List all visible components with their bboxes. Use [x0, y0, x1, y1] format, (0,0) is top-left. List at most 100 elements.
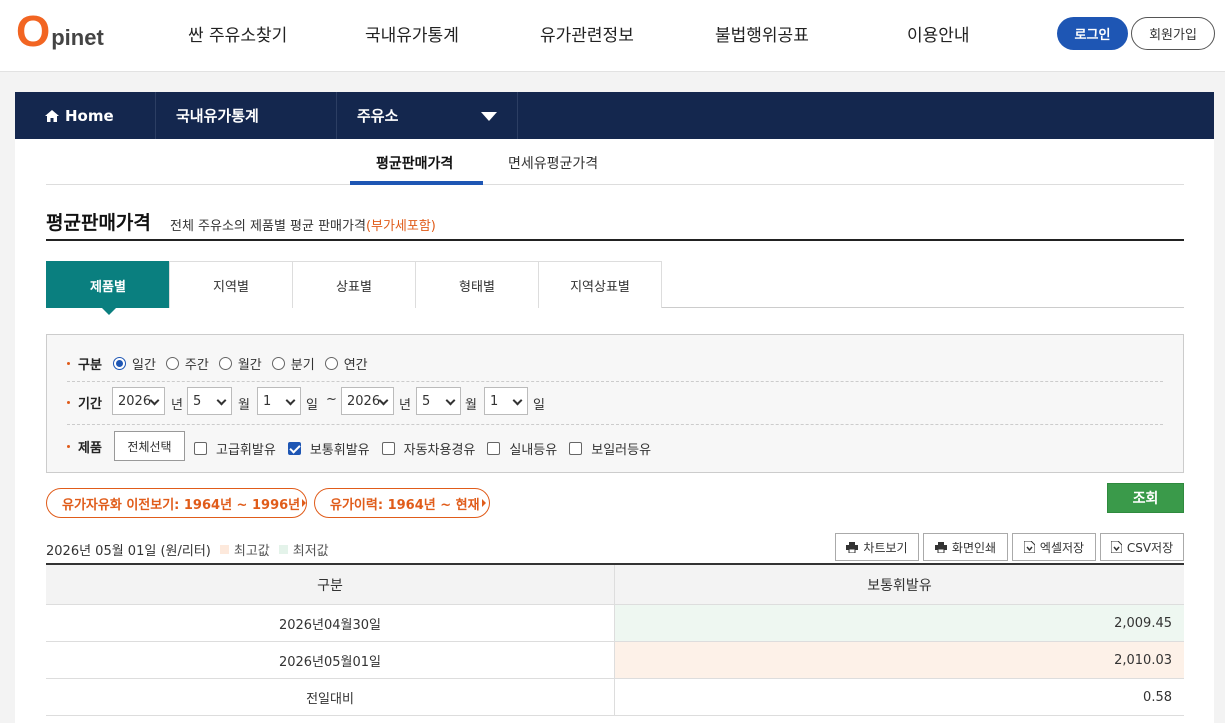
chart-view-button[interactable]: 차트보기 — [835, 533, 919, 561]
arrow-right-icon — [302, 499, 307, 507]
print-screen-button[interactable]: 화면인쇄 — [923, 533, 1008, 561]
legend-min-label: 최저값 — [292, 544, 329, 559]
period-label: 기간 — [78, 397, 102, 412]
nav-cheap-station[interactable]: 싼 주유소찾기 — [188, 21, 287, 46]
lnb-level2-label: 주유소 — [357, 107, 399, 125]
result-date-line: 2026년 05월 01일 (원/리터) 최고값 최저값 — [46, 540, 329, 559]
tab-by-region[interactable]: 지역별 — [169, 261, 293, 308]
pre-liberalization-label: 유가자유화 이전보기: 1964년 ~ 1996년 — [62, 497, 301, 513]
chevron-down-icon — [512, 395, 523, 406]
checkbox-premium-gasoline-label: 고급휘발유 — [216, 443, 276, 458]
join-button[interactable]: 회원가입 — [1131, 17, 1215, 50]
subtab-active-indicator — [350, 181, 483, 185]
radio-yearly[interactable] — [324, 357, 338, 370]
tab-by-product[interactable]: 제품별 — [46, 261, 170, 308]
period-label-wrap: 기간 — [67, 393, 102, 412]
to-year-select[interactable]: 2026 — [341, 387, 394, 415]
lnb-level2-dropdown[interactable]: 주유소 — [337, 92, 518, 139]
column-header-regular-gasoline: 보통휘발유 — [867, 577, 932, 594]
subtab-average-price[interactable]: 평균판매가격 — [376, 153, 453, 173]
bullet-dot — [67, 362, 70, 365]
select-all-button[interactable]: 전체선택 — [114, 431, 185, 461]
radio-monthly[interactable] — [218, 357, 232, 370]
row-value-min: 2,009.45 — [615, 605, 1184, 641]
checkbox-indoor-kerosene-label: 실내등유 — [509, 443, 558, 458]
page-desc-text: 전체 주유소의 제품별 평균 판매가격 — [170, 219, 366, 234]
lnb-level1[interactable]: 국내유가통계 — [156, 92, 337, 139]
from-year-value: 2026 — [118, 393, 152, 409]
row-value-change: 0.58 — [1143, 689, 1172, 705]
tab-by-brand[interactable]: 상표별 — [292, 261, 416, 308]
checkbox-indoor-kerosene[interactable] — [487, 442, 501, 455]
radio-yearly-label: 연간 — [343, 358, 368, 373]
row-label: 2026년04월30일 — [46, 605, 615, 641]
radio-daily[interactable] — [113, 357, 126, 370]
nav-domestic-stats[interactable]: 국내유가통계 — [365, 21, 459, 46]
radio-monthly-label: 월간 — [237, 358, 262, 373]
page-description: 전체 주유소의 제품별 평균 판매가격(부가세포함) — [170, 215, 436, 234]
chevron-down-icon — [285, 395, 296, 406]
to-day-value: 1 — [490, 393, 499, 409]
from-month-select[interactable]: 5 — [187, 387, 232, 415]
sub-tabs: 평균판매가격 면세유평균가격 — [46, 139, 1184, 185]
file-save-icon — [1023, 541, 1035, 553]
legend-max-swatch — [219, 545, 229, 554]
site-header: O pinet 싼 주유소찾기 국내유가통계 유가관련정보 불법행위공표 이용안… — [0, 0, 1225, 72]
opinet-logo[interactable]: O pinet — [16, 10, 104, 54]
lnb-home[interactable]: Home — [15, 92, 156, 139]
from-day-select[interactable]: 1 — [257, 387, 301, 415]
checkbox-regular-gasoline[interactable] — [287, 442, 301, 455]
radio-weekly-label: 주간 — [184, 358, 209, 373]
to-month-value: 5 — [422, 393, 431, 409]
checkbox-diesel[interactable] — [381, 442, 395, 455]
price-history-label: 유가이력: 1964년 ~ 현재 — [330, 497, 480, 513]
to-month-select[interactable]: 5 — [416, 387, 461, 415]
legend-min-swatch — [278, 545, 288, 554]
from-year-select[interactable]: 2026 — [112, 387, 165, 415]
row-value-max: 2,010.03 — [615, 642, 1184, 678]
csv-save-button[interactable]: CSV저장 — [1100, 533, 1184, 561]
search-form: 구분 일간 주간 월간 분기 연간 기간 2026 년 5 월 1 일 ~ 20… — [46, 334, 1184, 473]
print-screen-label: 화면인쇄 — [951, 540, 997, 555]
radio-quarterly-label: 분기 — [290, 358, 315, 373]
page-title: 평균판매가격 — [46, 212, 151, 234]
arrow-right-icon — [481, 499, 486, 507]
checkbox-diesel-label: 자동차용경유 — [403, 443, 476, 458]
csv-save-label: CSV저장 — [1126, 540, 1174, 555]
table-row: 2026년04월30일 2,009.45 — [46, 605, 1184, 642]
price-history-link[interactable]: 유가이력: 1964년 ~ 현재 — [314, 488, 490, 518]
subtab-tax-free-price[interactable]: 면세유평균가격 — [508, 153, 598, 173]
logo-text: pinet — [51, 25, 104, 50]
row-label: 전일대비 — [46, 679, 615, 715]
from-month-value: 5 — [193, 393, 202, 409]
radio-quarterly[interactable] — [271, 357, 285, 370]
lnb-home-label: Home — [65, 106, 114, 125]
vat-note: (부가세포함) — [365, 219, 436, 234]
from-day-value: 1 — [263, 393, 272, 409]
to-year-value: 2026 — [347, 393, 381, 409]
checkbox-premium-gasoline[interactable] — [194, 442, 207, 455]
login-button[interactable]: 로그인 — [1057, 17, 1128, 50]
nav-guide[interactable]: 이용안내 — [907, 21, 970, 46]
nav-illegal-notice[interactable]: 불법행위공표 — [715, 21, 809, 46]
unit-month: 월 — [465, 398, 477, 413]
excel-save-label: 엑셀저장 — [1039, 540, 1085, 555]
query-button[interactable]: 조회 — [1107, 483, 1184, 513]
pre-liberalization-link[interactable]: 유가자유화 이전보기: 1964년 ~ 1996년 — [46, 488, 307, 518]
nav-oil-info[interactable]: 유가관련정보 — [540, 21, 634, 46]
to-day-select[interactable]: 1 — [484, 387, 528, 415]
excel-save-button[interactable]: 엑셀저장 — [1012, 533, 1096, 561]
radio-weekly[interactable] — [165, 357, 179, 370]
unit-month: 월 — [238, 398, 250, 413]
title-row: 평균판매가격 전체 주유소의 제품별 평균 판매가격(부가세포함) — [46, 208, 1184, 241]
checkbox-boiler-kerosene[interactable] — [569, 442, 583, 455]
active-tab-arrow — [102, 308, 116, 315]
tab-by-region-brand[interactable]: 지역상표별 — [538, 261, 662, 308]
tab-by-type[interactable]: 형태별 — [415, 261, 539, 308]
type-label: 구분 — [78, 358, 102, 373]
table-row: 전일대비 0.58 — [46, 679, 1184, 716]
row-label: 2026년05월01일 — [46, 642, 615, 678]
unit-day: 일 — [306, 398, 318, 413]
caret-down-icon — [481, 112, 497, 121]
row-separator — [67, 381, 1163, 382]
